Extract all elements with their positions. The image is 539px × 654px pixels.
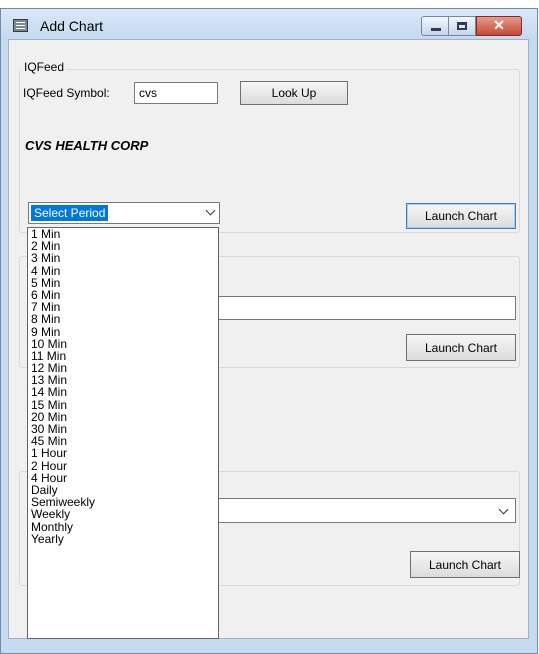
iqfeed-symbol-input[interactable]: [134, 82, 218, 104]
period-select[interactable]: Select Period: [28, 202, 220, 224]
iqfeed-group-label: IQFeed: [22, 60, 67, 74]
launch-chart-button-second[interactable]: Launch Chart: [406, 334, 516, 361]
period-option[interactable]: Monthly: [28, 520, 218, 533]
window-title: Add Chart: [40, 18, 104, 34]
period-dropdown-button[interactable]: [202, 203, 219, 223]
maximize-icon: [457, 22, 467, 30]
period-option[interactable]: 9 Min: [28, 325, 218, 338]
period-option[interactable]: 2 Hour: [28, 459, 218, 472]
close-button[interactable]: ✕: [476, 16, 522, 36]
third-group-dropdown-button[interactable]: [495, 499, 515, 522]
chevron-down-icon: [205, 205, 216, 216]
period-option[interactable]: 14 Min: [28, 386, 218, 398]
background-strip: [0, 0, 539, 8]
launch-chart-button-iqfeed[interactable]: Launch Chart: [406, 203, 516, 229]
third-group-select[interactable]: [209, 498, 516, 523]
period-dropdown-list[interactable]: 1 Min 2 Min 3 Min 4 Min 5 Min 6 Min 7 Min 8 Min…: [27, 227, 219, 639]
app-grid-icon: [13, 19, 28, 32]
lookup-button[interactable]: Look Up: [240, 81, 348, 105]
chevron-down-icon: [498, 504, 509, 515]
close-icon: ✕: [493, 17, 505, 33]
period-option[interactable]: 3 Min: [28, 252, 218, 264]
period-option[interactable]: 8 Min: [28, 313, 218, 325]
maximize-button[interactable]: [449, 16, 476, 36]
minimize-icon: [431, 28, 441, 31]
iqfeed-symbol-label: IQFeed Symbol:: [23, 86, 110, 100]
period-select-value: Select Period: [31, 205, 109, 221]
period-option[interactable]: 4 Min: [28, 264, 218, 277]
period-option[interactable]: Yearly: [28, 533, 218, 545]
period-option[interactable]: 1 Hour: [28, 447, 218, 459]
second-group-input[interactable]: [209, 296, 516, 320]
launch-chart-button-third[interactable]: Launch Chart: [410, 551, 520, 578]
period-option[interactable]: 15 Min: [28, 399, 218, 411]
period-option[interactable]: Weekly: [28, 508, 218, 520]
minimize-button[interactable]: [421, 16, 449, 36]
company-name: CVS HEALTH CORP: [25, 138, 149, 153]
title-bar[interactable]: Add Chart ✕: [1, 9, 537, 41]
